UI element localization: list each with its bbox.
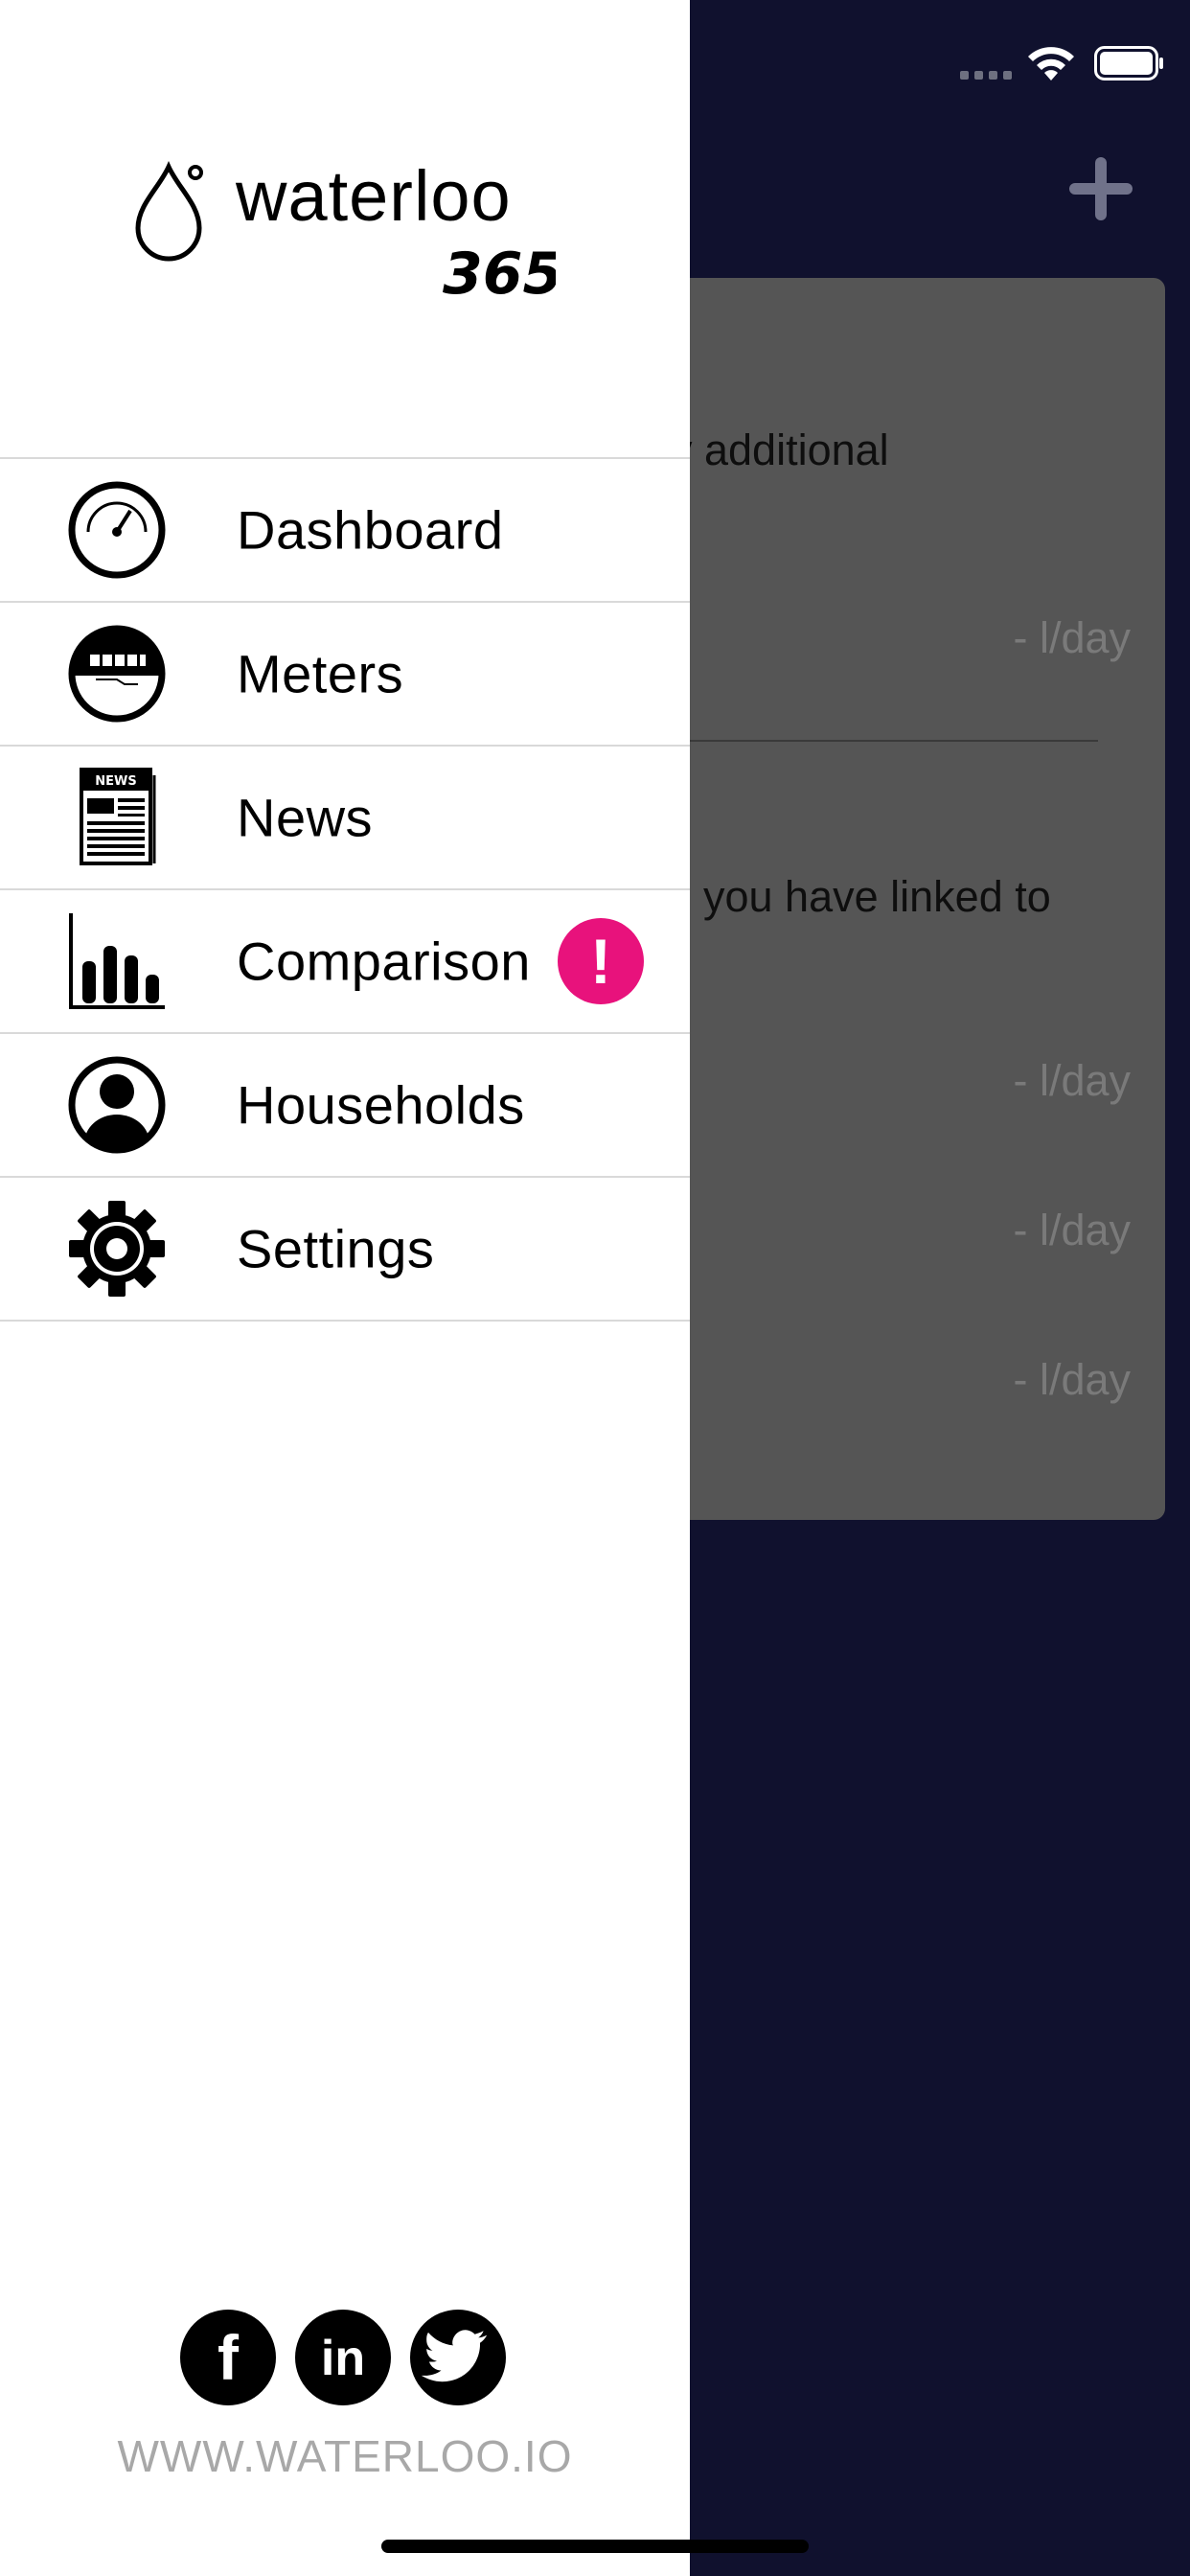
- navigation-drawer: waterloo 365 Dashboard Meters NEWS News …: [0, 0, 690, 2576]
- alert-badge: !: [558, 918, 644, 1004]
- bar-chart-icon: [63, 911, 171, 1011]
- card-value: - l/day: [1013, 1355, 1131, 1404]
- status-bar: [615, 0, 1190, 134]
- website-link[interactable]: WWW.WATERLOO.IO: [0, 2430, 690, 2482]
- svg-text:f: f: [217, 2322, 240, 2393]
- wifi-icon: [1028, 47, 1074, 80]
- card-text: y additional: [671, 426, 889, 474]
- menu-label: Households: [237, 1074, 525, 1136]
- menu-item-settings[interactable]: Settings: [0, 1178, 690, 1322]
- card-value: - l/day: [1013, 1206, 1131, 1254]
- card-text: you have linked to: [703, 872, 1051, 921]
- logo-suffix: 365: [443, 241, 556, 307]
- newspaper-icon: NEWS: [63, 768, 171, 867]
- menu-label: Settings: [237, 1218, 435, 1279]
- user-circle-icon: [63, 1055, 171, 1155]
- twitter-icon[interactable]: [410, 2310, 506, 2405]
- logo-wordmark: waterloo: [235, 156, 512, 236]
- social-links: f in: [180, 2310, 506, 2405]
- battery-icon: [1094, 46, 1163, 80]
- menu-item-comparison[interactable]: Comparison !: [0, 890, 690, 1034]
- waterloo-365-logo: waterloo 365: [135, 156, 556, 307]
- menu-item-households[interactable]: Households: [0, 1034, 690, 1178]
- menu-label: Meters: [237, 643, 404, 704]
- menu-item-dashboard[interactable]: Dashboard: [0, 459, 690, 603]
- meter-icon: [63, 624, 171, 724]
- facebook-icon[interactable]: f: [180, 2310, 276, 2405]
- svg-text:NEWS: NEWS: [95, 774, 136, 789]
- menu-label: Dashboard: [237, 499, 504, 561]
- svg-text:in: in: [321, 2331, 365, 2386]
- menu-item-news[interactable]: NEWS News: [0, 747, 690, 890]
- gauge-icon: [63, 480, 171, 580]
- gear-icon: [63, 1199, 171, 1299]
- card-value: - l/day: [1013, 613, 1131, 662]
- card-value: - l/day: [1013, 1056, 1131, 1105]
- drawer-menu: Dashboard Meters NEWS News Comparison ! …: [0, 457, 690, 1322]
- home-indicator: [381, 2540, 809, 2553]
- menu-item-meters[interactable]: Meters: [0, 603, 690, 747]
- add-icon[interactable]: [1065, 153, 1136, 224]
- menu-label: News: [237, 787, 374, 848]
- cellular-signal-icon: [960, 71, 1012, 80]
- menu-label: Comparison: [237, 931, 531, 992]
- linkedin-icon[interactable]: in: [295, 2310, 391, 2405]
